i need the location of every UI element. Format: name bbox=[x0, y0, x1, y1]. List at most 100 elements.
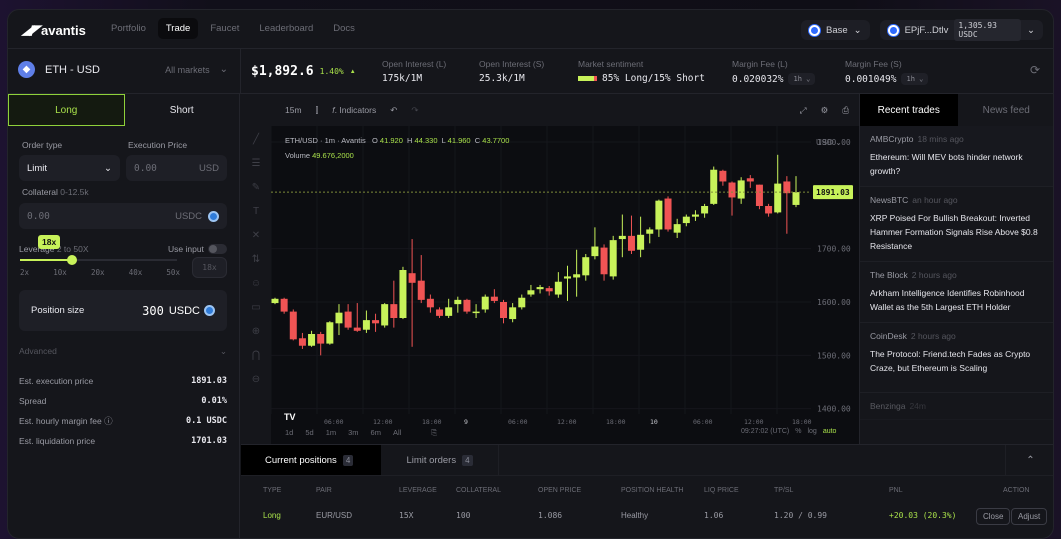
undo-icon[interactable]: ↶ bbox=[390, 105, 397, 116]
settings-icon[interactable]: ⚙ bbox=[821, 105, 829, 116]
candle-body bbox=[719, 170, 727, 182]
news-item[interactable]: CoinDesk 2 hours ago The Protocol: Friend.… bbox=[860, 323, 1053, 393]
collateral-input[interactable]: 0.00 USDC bbox=[19, 203, 227, 229]
up-arrow-icon: ▲ bbox=[349, 68, 356, 75]
x-tick-label: 12:00 bbox=[557, 418, 577, 426]
tab-long[interactable]: Long bbox=[8, 94, 125, 126]
zoom-in-icon[interactable]: ⊕ bbox=[252, 326, 260, 337]
market-selector[interactable]: ◆ ETH - USD All markets ⌄ bbox=[18, 61, 228, 78]
ruler-icon[interactable]: ▭ bbox=[251, 302, 260, 313]
range-5d[interactable]: 5d bbox=[305, 428, 313, 438]
feed-tabs: Recent trades News feed bbox=[860, 94, 1054, 126]
range-1m[interactable]: 1m bbox=[326, 428, 336, 438]
magnet-icon[interactable]: ⋂ bbox=[252, 350, 260, 361]
candle-body bbox=[326, 322, 334, 344]
candle-body bbox=[573, 274, 581, 278]
y-tick-label: 1700.00 bbox=[817, 245, 851, 254]
tab-short[interactable]: Short bbox=[125, 94, 240, 126]
wallet-button[interactable]: EPjF...Dtlv 1,305.93 USDC ⌄ bbox=[880, 19, 1043, 41]
range-6m[interactable]: 6m bbox=[371, 428, 381, 438]
zoom-out-icon[interactable]: ⊖ bbox=[252, 374, 260, 385]
candle-body bbox=[417, 280, 425, 300]
x-tick-label: 18:00 bbox=[792, 418, 812, 426]
candlestick-chart[interactable]: 1900.001700.001600.001500.001400.001891.… bbox=[271, 126, 859, 444]
order-type-label: Order type bbox=[22, 140, 63, 150]
candle-body bbox=[390, 304, 398, 318]
candle-body bbox=[362, 320, 370, 330]
nav-trade[interactable]: Trade bbox=[157, 18, 199, 39]
trendline-icon[interactable]: ╱ bbox=[253, 134, 259, 145]
indicators-button[interactable]: f. Indicators bbox=[332, 105, 376, 115]
tab-current-positions[interactable]: Current positions 4 bbox=[241, 445, 381, 475]
currency-dropdown[interactable]: USD ⌄ bbox=[816, 138, 842, 147]
log-toggle[interactable]: log bbox=[807, 428, 816, 435]
candle-body bbox=[436, 309, 444, 316]
wallet-balance: 1,305.93 USDC bbox=[954, 19, 1022, 41]
leverage-slider[interactable] bbox=[20, 255, 177, 265]
slider-handle[interactable] bbox=[66, 255, 77, 265]
x-tick-label: 18:00 bbox=[422, 418, 442, 426]
tab-recent-trades[interactable]: Recent trades bbox=[860, 94, 958, 126]
info-icon[interactable]: ⓘ bbox=[104, 416, 113, 426]
news-item[interactable]: NewsBTC an hour ago XRP Poised For Bullish… bbox=[860, 187, 1053, 262]
nav-faucet[interactable]: Faucet bbox=[202, 18, 247, 39]
advanced-toggle[interactable]: Advanced ⌄ bbox=[19, 346, 227, 357]
pattern-icon[interactable]: ✕ bbox=[252, 230, 260, 241]
network-selector[interactable]: Base ⌄ bbox=[801, 20, 870, 40]
fib-icon[interactable]: ☰ bbox=[252, 158, 261, 169]
emoji-icon[interactable]: ☺ bbox=[251, 278, 261, 289]
period-dropdown[interactable]: 1h ⌄ bbox=[788, 73, 816, 85]
chevron-down-icon: ⌄ bbox=[1027, 24, 1035, 36]
candle-body bbox=[746, 178, 754, 182]
date-range-icon[interactable]: ⎘ bbox=[431, 428, 437, 438]
nav-docs[interactable]: Docs bbox=[325, 18, 363, 39]
close-position-button[interactable]: Close bbox=[976, 508, 1011, 525]
candle-body bbox=[600, 247, 608, 275]
brush-icon[interactable]: ✎ bbox=[252, 182, 260, 193]
nav-leaderboard[interactable]: Leaderboard bbox=[251, 18, 321, 39]
order-panel: Long Short Order type Execution Price Li… bbox=[8, 94, 240, 538]
x-tick-label: 9 bbox=[464, 418, 468, 426]
tab-limit-orders[interactable]: Limit orders 4 bbox=[381, 445, 499, 475]
adjust-position-button[interactable]: Adjust bbox=[1011, 508, 1048, 525]
interval-button[interactable]: 15m bbox=[285, 105, 302, 115]
tab-news-feed[interactable]: News feed bbox=[958, 94, 1054, 126]
candle-type-icon[interactable]: ⫿ bbox=[316, 105, 319, 116]
logo[interactable]: ◢◤ avantis bbox=[22, 22, 86, 38]
refresh-icon[interactable]: ⟳ bbox=[1030, 63, 1040, 77]
drawing-tools: ╱ ☰ ✎ T ✕ ⇅ ☺ ▭ ⊕ ⋂ ⊖ bbox=[241, 126, 271, 444]
execution-price-input[interactable]: 0.00 USD bbox=[126, 155, 227, 181]
period-dropdown[interactable]: 1h ⌄ bbox=[901, 73, 929, 85]
candle-body bbox=[637, 234, 645, 250]
collateral-label: Collateral 0-12.5k bbox=[22, 187, 89, 197]
order-type-select[interactable]: Limit ⌄ bbox=[19, 155, 120, 181]
news-item[interactable]: Benzinga 24m bbox=[860, 393, 1053, 420]
measure-icon[interactable]: ⇅ bbox=[252, 254, 260, 265]
candle-body bbox=[298, 338, 306, 346]
range-3m[interactable]: 3m bbox=[348, 428, 358, 438]
range-all[interactable]: All bbox=[393, 428, 401, 438]
use-input-toggle[interactable] bbox=[208, 244, 227, 254]
fullscreen-icon[interactable]: ⤢ bbox=[800, 105, 807, 116]
news-item[interactable]: AMBCrypto 18 mins ago Ethereum: Will MEV b… bbox=[860, 126, 1053, 187]
range-1d[interactable]: 1d bbox=[285, 428, 293, 438]
side-tabs: Long Short bbox=[8, 94, 239, 126]
text-icon[interactable]: T bbox=[253, 206, 259, 217]
tradingview-logo: TV bbox=[284, 412, 296, 422]
redo-icon[interactable]: ↷ bbox=[411, 105, 418, 116]
percent-toggle[interactable]: % bbox=[795, 428, 801, 435]
candle-body bbox=[627, 235, 635, 251]
positions-panel: Current positions 4 Limit orders 4 ⌃ TYPE P… bbox=[241, 444, 1053, 538]
leverage-input[interactable]: 18x bbox=[192, 257, 227, 278]
candle-body bbox=[408, 273, 416, 283]
auto-toggle[interactable]: auto bbox=[823, 428, 837, 435]
column-header: OPEN PRICE bbox=[538, 487, 582, 494]
snapshot-icon[interactable]: ⎙ bbox=[842, 105, 849, 116]
table-row[interactable]: Long EUR/USD 15X 100 1.086 Healthy 1.06 1.20 / … bbox=[241, 508, 1053, 525]
x-tick-label: 06:00 bbox=[508, 418, 528, 426]
collapse-icon[interactable]: ⌃ bbox=[1005, 445, 1053, 475]
nav-portfolio[interactable]: Portfolio bbox=[103, 18, 154, 39]
candle-body bbox=[280, 298, 288, 312]
news-item[interactable]: The Block 2 hours ago Arkham Intelligence … bbox=[860, 262, 1053, 323]
margin-fee-short: Margin Fee (S) 0.001049% 1h ⌄ bbox=[845, 59, 929, 85]
